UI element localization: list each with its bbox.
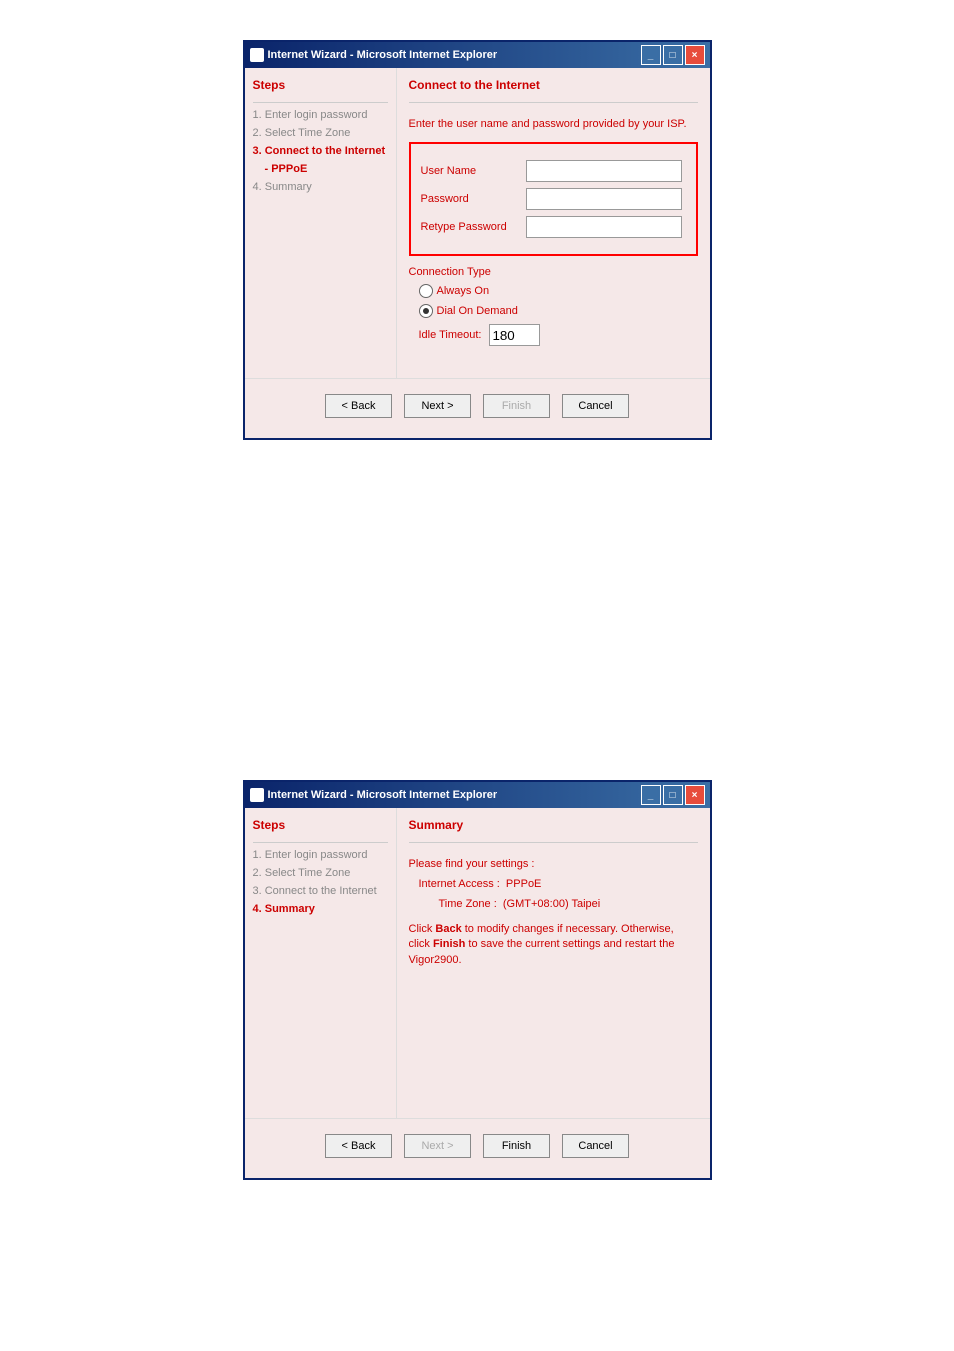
find-settings-text: Please find your settings : <box>409 858 698 870</box>
cancel-button[interactable]: Cancel <box>562 1134 629 1158</box>
cancel-button[interactable]: Cancel <box>562 394 629 418</box>
username-label: User Name <box>421 165 526 177</box>
button-bar: < Back Next > Finish Cancel <box>245 378 710 438</box>
minimize-button[interactable]: _ <box>641 785 661 805</box>
step-3: 3. Connect to the Internet <box>253 885 388 897</box>
time-zone-value: Time Zone : (GMT+08:00) Taipei <box>409 898 698 910</box>
close-button[interactable]: × <box>685 785 705 805</box>
wizard-window-connect: Internet Wizard - Microsoft Internet Exp… <box>243 40 712 440</box>
sidebar-title: Steps <box>253 78 388 103</box>
minimize-button[interactable]: _ <box>641 45 661 65</box>
app-icon <box>250 788 264 802</box>
next-button[interactable]: Next > <box>404 394 471 418</box>
steps-sidebar: Steps 1. Enter login password 2. Select … <box>245 808 397 1118</box>
step-1: 1. Enter login password <box>253 849 388 861</box>
step-1: 1. Enter login password <box>253 109 388 121</box>
step-3: 3. Connect to the Internet <box>253 145 388 157</box>
dial-on-demand-radio[interactable] <box>419 304 433 318</box>
titlebar: Internet Wizard - Microsoft Internet Exp… <box>245 42 710 68</box>
retype-password-input[interactable] <box>526 216 682 238</box>
dial-on-demand-label: Dial On Demand <box>437 305 518 317</box>
instruction-text: Enter the user name and password provide… <box>409 118 698 130</box>
button-bar: < Back Next > Finish Cancel <box>245 1118 710 1178</box>
page-title: Connect to the Internet <box>409 78 698 103</box>
step-2: 2. Select Time Zone <box>253 127 388 139</box>
step-3-sub: - PPPoE <box>253 163 388 175</box>
window-title: Internet Wizard - Microsoft Internet Exp… <box>268 789 498 801</box>
maximize-button[interactable]: □ <box>663 785 683 805</box>
step-4: 4. Summary <box>253 181 388 193</box>
back-button[interactable]: < Back <box>325 1134 392 1158</box>
wizard-window-summary: Internet Wizard - Microsoft Internet Exp… <box>243 780 712 1180</box>
finish-button: Finish <box>483 394 550 418</box>
window-title: Internet Wizard - Microsoft Internet Exp… <box>268 49 498 61</box>
idle-timeout-label: Idle Timeout: <box>419 329 482 341</box>
app-icon <box>250 48 264 62</box>
titlebar: Internet Wizard - Microsoft Internet Exp… <box>245 782 710 808</box>
internet-access-value: Internet Access : PPPoE <box>409 878 698 890</box>
steps-sidebar: Steps 1. Enter login password 2. Select … <box>245 68 397 378</box>
credentials-box: User Name Password Retype Password <box>409 142 698 256</box>
password-input[interactable] <box>526 188 682 210</box>
maximize-button[interactable]: □ <box>663 45 683 65</box>
close-button[interactable]: × <box>685 45 705 65</box>
step-4: 4. Summary <box>253 903 388 915</box>
page-title: Summary <box>409 818 698 843</box>
connection-type-label: Connection Type <box>409 266 698 278</box>
summary-note: Click Back to modify changes if necessar… <box>409 922 698 968</box>
step-2: 2. Select Time Zone <box>253 867 388 879</box>
next-button: Next > <box>404 1134 471 1158</box>
always-on-label: Always On <box>437 285 490 297</box>
always-on-radio[interactable] <box>419 284 433 298</box>
username-input[interactable] <box>526 160 682 182</box>
retype-label: Retype Password <box>421 221 526 233</box>
sidebar-title: Steps <box>253 818 388 843</box>
finish-button[interactable]: Finish <box>483 1134 550 1158</box>
idle-timeout-input[interactable] <box>489 324 540 346</box>
password-label: Password <box>421 193 526 205</box>
back-button[interactable]: < Back <box>325 394 392 418</box>
